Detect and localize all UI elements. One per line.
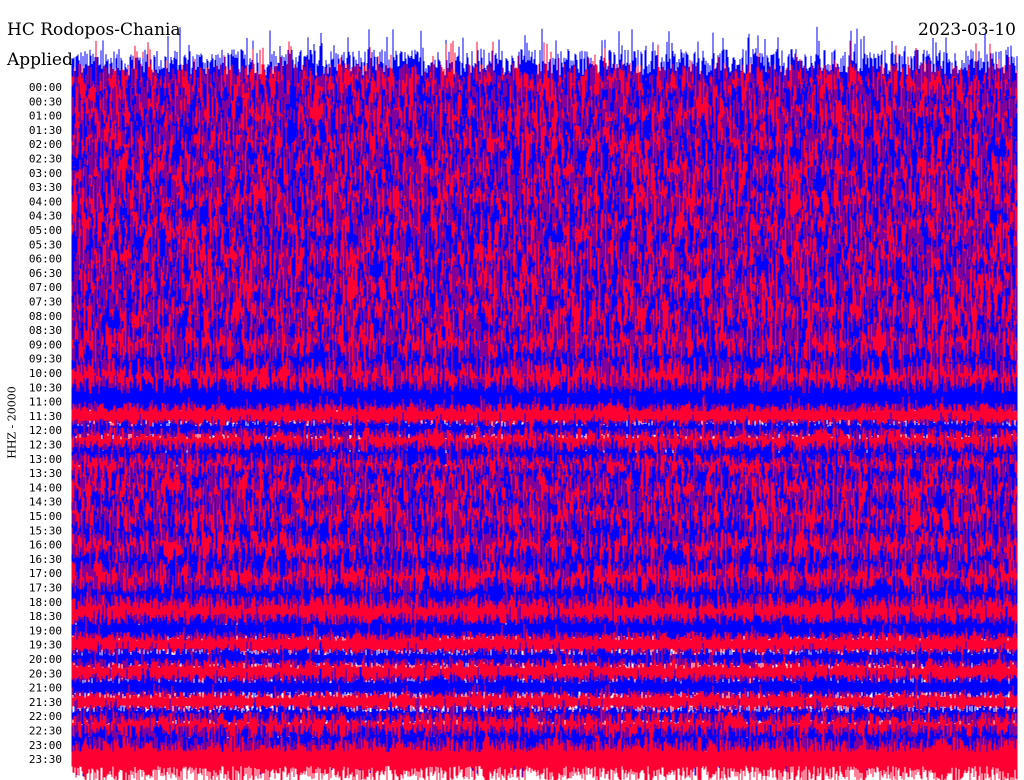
time-tick-label: 02:30 bbox=[29, 153, 62, 166]
time-tick-label: 23:30 bbox=[29, 753, 62, 766]
time-tick-label: 20:30 bbox=[29, 667, 62, 680]
time-tick-label: 13:30 bbox=[29, 467, 62, 480]
time-tick-label: 21:30 bbox=[29, 696, 62, 709]
y-axis-label: HHZ - 20000 bbox=[5, 386, 19, 459]
time-tick-label: 15:00 bbox=[29, 510, 62, 523]
time-tick-label: 16:30 bbox=[29, 553, 62, 566]
time-tick-label: 00:00 bbox=[29, 81, 62, 94]
time-tick-label: 19:30 bbox=[29, 639, 62, 652]
time-tick-label: 10:00 bbox=[29, 367, 62, 380]
time-tick-label: 21:00 bbox=[29, 682, 62, 695]
time-tick-label: 11:30 bbox=[29, 410, 62, 423]
time-tick-label: 07:30 bbox=[29, 296, 62, 309]
time-tick-label: 08:00 bbox=[29, 310, 62, 323]
helicorder-plot: 00:0000:30 01:0001:3002:00 02:3003:0003:30… bbox=[29, 26, 1018, 780]
time-tick-label: 13:00 bbox=[29, 453, 62, 466]
time-tick-label: 11:00 bbox=[29, 396, 62, 409]
time-tick-label: 18:30 bbox=[29, 610, 62, 623]
time-tick-label: 04:30 bbox=[29, 210, 62, 223]
time-tick-label: 09:00 bbox=[29, 338, 62, 351]
time-tick-label: 05:30 bbox=[29, 238, 62, 251]
time-tick-label: 20:00 bbox=[29, 653, 62, 666]
time-tick-label: 18:00 bbox=[29, 596, 62, 609]
time-tick-label: 17:00 bbox=[29, 567, 62, 580]
time-tick-label: 06:00 bbox=[29, 253, 62, 266]
time-tick-label: 03:30 bbox=[29, 181, 62, 194]
time-tick-label: 14:30 bbox=[29, 496, 62, 509]
time-tick-label: 09:30 bbox=[29, 353, 62, 366]
time-tick-label: 10:30 bbox=[29, 381, 62, 394]
time-tick-label: 19:00 bbox=[29, 624, 62, 637]
time-tick-label: 07:00 bbox=[29, 281, 62, 294]
time-tick-label: 01:00 bbox=[29, 110, 62, 123]
time-tick-label: 23:00 bbox=[29, 739, 62, 752]
time-tick-label: 12:30 bbox=[29, 439, 62, 452]
time-tick-label: 06:30 bbox=[29, 267, 62, 280]
time-tick-label: 00:30 bbox=[29, 95, 62, 108]
time-tick-label: 22:00 bbox=[29, 710, 62, 723]
time-tick-label: 02:00 bbox=[29, 138, 62, 151]
time-tick-label: 15:30 bbox=[29, 524, 62, 537]
time-tick-label: 22:30 bbox=[29, 725, 62, 738]
time-tick-label: 16:00 bbox=[29, 539, 62, 552]
time-tick-label: 01:30 bbox=[29, 124, 62, 137]
time-tick-label: 03:00 bbox=[29, 167, 62, 180]
time-tick-label: 04:00 bbox=[29, 195, 62, 208]
time-tick-label: 17:30 bbox=[29, 582, 62, 595]
time-tick-label: 08:30 bbox=[29, 324, 62, 337]
time-tick-label: 14:00 bbox=[29, 481, 62, 494]
time-tick-label: 12:00 bbox=[29, 424, 62, 437]
time-tick-label: 05:00 bbox=[29, 224, 62, 237]
